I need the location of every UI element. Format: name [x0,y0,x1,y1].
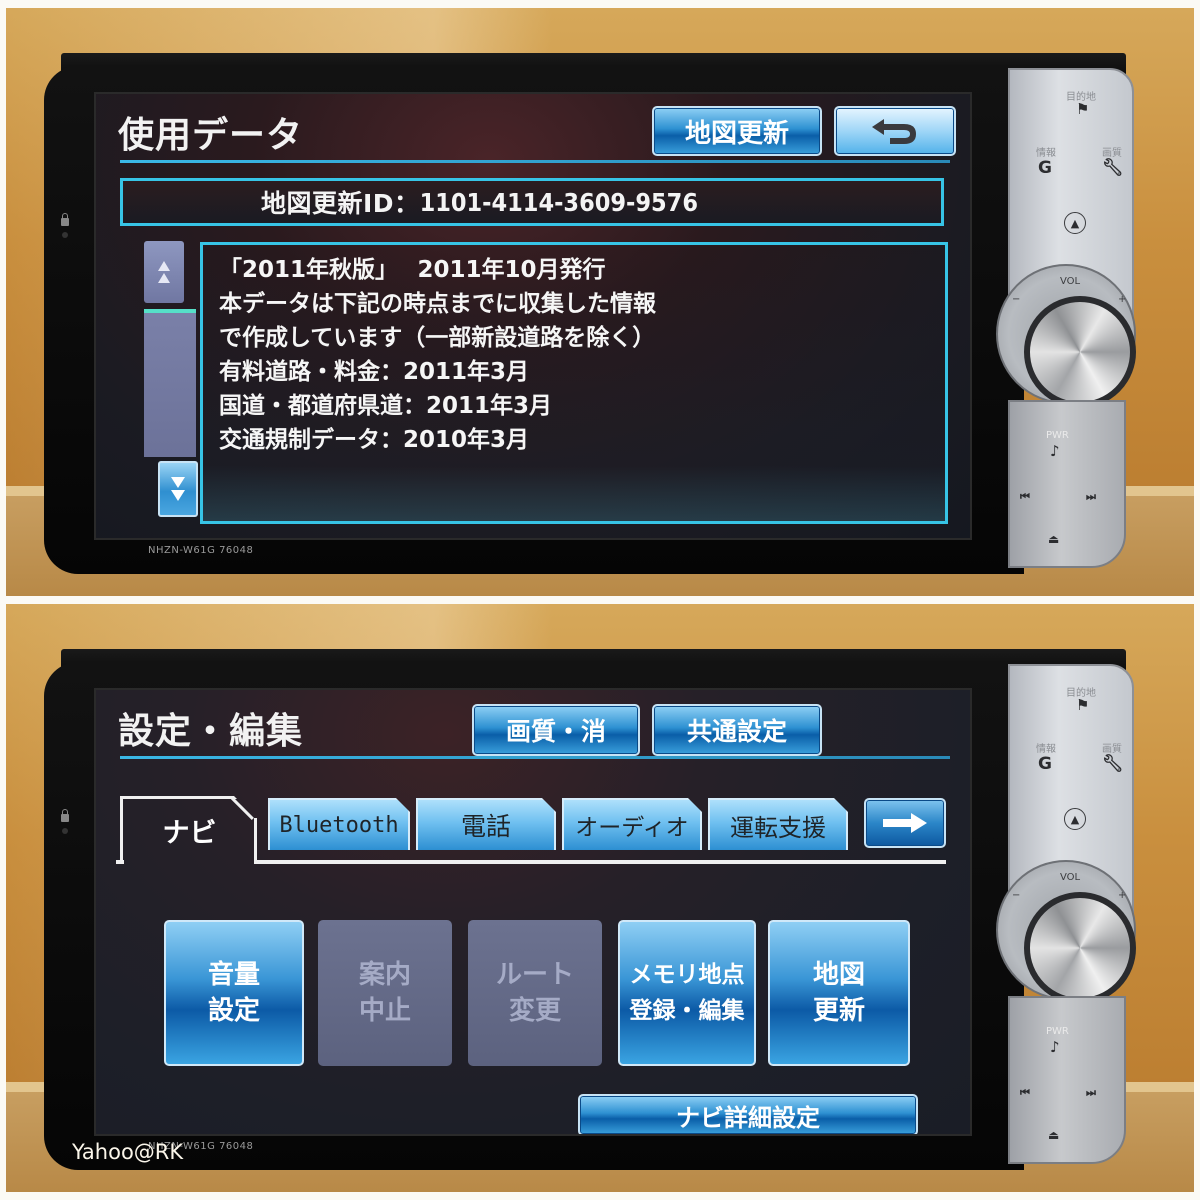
g-info-icon[interactable]: G [1038,158,1052,178]
info-line: 「2011年秋版」 2011年10月発行 [219,257,606,283]
next-track-icon[interactable]: ⏭ [1086,1086,1096,1100]
scrollbar[interactable] [144,241,198,527]
tile-label: 登録・編集 [629,998,745,1024]
control-panel: 目的地 ⚑ 情報 G 画質 🔧︎ ▲ VOL − + PWR ♪ ⏮ ⏭ ⏏ [996,664,1138,1164]
g-info-icon[interactable]: G [1038,754,1052,774]
tile-label: 地図 [812,960,865,990]
info-line: 国道・都道府県道：2011年3月 [219,393,553,419]
stop-guidance-tile[interactable]: 案内 中止 [318,920,452,1066]
wrench-icon[interactable]: 🔧︎ [1102,754,1124,774]
info-label: 情報 [1036,148,1056,159]
tab-baseline-left [116,860,124,864]
map-data-info: 「2011年秋版」 2011年10月発行 本データは下記の時点までに収集した情報… [200,242,948,524]
page-title: 設定・編集 [118,711,304,752]
sensor-dot [62,828,68,834]
scroll-up-button[interactable] [144,241,184,303]
wrench-icon[interactable]: 🔧︎ [1102,158,1124,178]
map-update-id-field: 地図更新ID： 1101-4114-3609-9576 [120,178,944,226]
tile-label: 音量 [207,960,260,990]
page-title: 使用データ [118,115,304,156]
tile-label: 中止 [358,996,411,1026]
volume-knob[interactable] [1024,892,1136,1004]
flag-icon[interactable]: ⚑ [1076,696,1089,714]
double-chevron-down-icon [171,477,185,488]
navi-detail-settings-button[interactable]: ナビ詳細設定 [578,1094,918,1134]
previous-track-icon[interactable]: ⏮ [1020,1086,1030,1100]
tab-phone[interactable]: 電話 [416,798,556,850]
head-unit-bezel: 設定・編集 画質・消 共通設定 ナビ Bluetooth 電話 オーディオ 運転… [44,662,1024,1170]
info-line: 有料道路・料金：2011年3月 [219,359,530,385]
panel-lower: PWR ♪ ⏮ ⏭ ⏏ [1008,400,1126,568]
tab-bluetooth[interactable]: Bluetooth [268,798,410,850]
pwr-label: PWR [1046,1026,1069,1037]
image-quality-label: 画質 [1102,744,1122,755]
tab-driving-support[interactable]: 運転支援 [708,798,848,850]
back-button[interactable] [834,106,956,156]
map-update-tile[interactable]: 地図 更新 [768,920,910,1066]
volume-knob[interactable] [1024,296,1136,408]
map-update-button[interactable]: 地図更新 [652,106,822,156]
eject-icon[interactable]: ⏏ [1048,532,1059,546]
info-label: 情報 [1036,744,1056,755]
tile-label: 更新 [812,996,865,1026]
next-tabs-button[interactable] [864,798,946,848]
panel-lower: PWR ♪ ⏮ ⏭ ⏏ [1008,996,1126,1164]
tile-label: 設定 [207,996,260,1026]
return-arrow-icon [872,119,916,144]
map-update-id-value: 1101-4114-3609-9576 [419,187,698,217]
music-note-icon[interactable]: ♪ [1050,1038,1060,1056]
music-note-icon[interactable]: ♪ [1050,442,1060,460]
tile-label: 変更 [508,996,561,1026]
tile-label: 案内 [358,960,411,990]
watermark: Yahoo@RK [72,1140,184,1164]
image-quality-label: 画質 [1102,148,1122,159]
title-divider [120,160,950,163]
vol-label: VOL [1060,872,1081,883]
tab-navi-edge [254,818,257,862]
image-quality-off-button[interactable]: 画質・消 [472,704,640,756]
usage-data-screen: 使用データ 地図更新 地図更新ID： 1101-4114-3609-9576 「… [94,92,972,540]
sensor-dot [62,232,68,238]
vol-label: VOL [1060,276,1081,287]
tab-baseline [254,860,946,864]
pwr-label: PWR [1046,430,1069,441]
double-chevron-down-icon-lower [171,490,185,501]
tile-label: メモリ地点 [629,962,745,988]
model-number: NHZN-W61G 76048 [148,545,254,556]
eject-icon[interactable]: ⏏ [1048,1128,1059,1142]
tile-label: ルート [495,960,574,990]
scroll-track[interactable] [144,309,196,457]
control-panel: 目的地 ⚑ 情報 G 画質 🔧︎ ▲ VOL − + PWR ♪ ⏮ ⏭ ⏏ [996,68,1138,568]
change-route-tile[interactable]: ルート 変更 [468,920,602,1066]
navigation-arrow-icon[interactable]: ▲ [1064,808,1086,830]
double-chevron-up-icon [158,261,170,271]
tab-navi[interactable]: ナビ [120,796,256,862]
next-track-icon[interactable]: ⏭ [1086,490,1096,504]
tab-audio[interactable]: オーディオ [562,798,702,850]
bottom-photo: 設定・編集 画質・消 共通設定 ナビ Bluetooth 電話 オーディオ 運転… [6,604,1194,1192]
info-line: 本データは下記の時点までに収集した情報 [219,291,656,317]
vol-minus-label: − [1012,294,1021,305]
vol-plus-label: + [1118,294,1127,305]
vol-minus-label: − [1012,890,1021,901]
info-line: で作成しています（一部新設道路を除く） [219,325,656,351]
double-chevron-up-icon-lower [158,273,170,283]
map-update-id-label: 地図更新ID： [261,189,420,218]
navigation-arrow-icon[interactable]: ▲ [1064,212,1086,234]
previous-track-icon[interactable]: ⏮ [1020,490,1030,504]
settings-edit-screen: 設定・編集 画質・消 共通設定 ナビ Bluetooth 電話 オーディオ 運転… [94,688,972,1136]
memory-point-tile[interactable]: メモリ地点 登録・編集 [618,920,756,1066]
info-line: 交通規制データ：2010年3月 [219,427,530,453]
title-divider [120,756,950,759]
flag-icon[interactable]: ⚑ [1076,100,1089,118]
lock-icon [61,809,69,822]
head-unit-bezel: 使用データ 地図更新 地図更新ID： 1101-4114-3609-9576 「… [44,66,1024,574]
vol-plus-label: + [1118,890,1127,901]
right-arrow-icon [883,813,927,833]
scroll-down-button[interactable] [158,461,198,517]
volume-settings-tile[interactable]: 音量 設定 [164,920,304,1066]
top-photo: 使用データ 地図更新 地図更新ID： 1101-4114-3609-9576 「… [6,8,1194,596]
common-settings-button[interactable]: 共通設定 [652,704,822,756]
lock-icon [61,213,69,226]
